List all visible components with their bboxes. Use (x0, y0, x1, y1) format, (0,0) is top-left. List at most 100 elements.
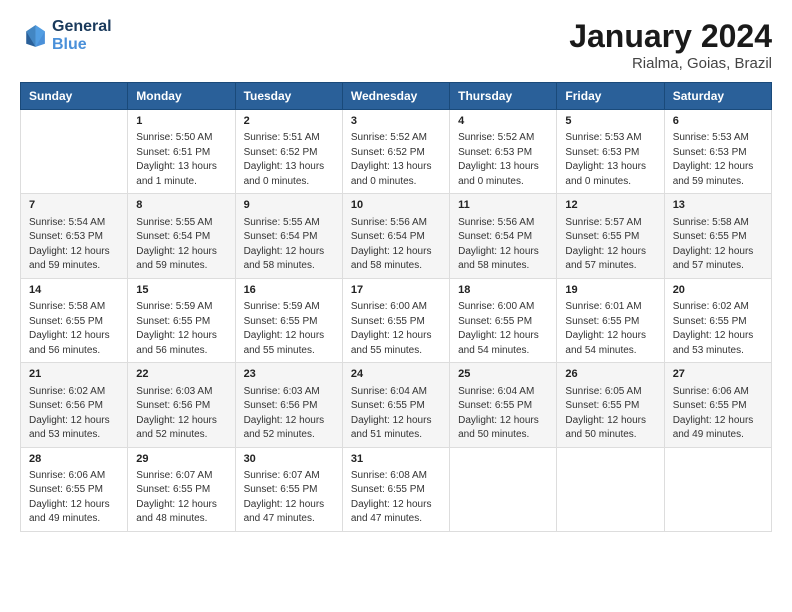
cell-content: Sunrise: 6:06 AMSunset: 6:55 PMDaylight:… (673, 385, 763, 443)
cell-content: Sunrise: 6:03 AMSunset: 6:56 PMDaylight:… (244, 385, 334, 443)
day-number: 17 (351, 283, 441, 298)
cell-content: Sunrise: 6:02 AMSunset: 6:55 PMDaylight:… (673, 300, 763, 358)
calendar-cell: 24Sunrise: 6:04 AMSunset: 6:55 PMDayligh… (342, 363, 449, 447)
cell-content: Sunrise: 6:03 AMSunset: 6:56 PMDaylight:… (136, 385, 226, 443)
cell-content: Sunrise: 5:59 AMSunset: 6:55 PMDaylight:… (244, 300, 334, 358)
title-section: January 2024 Rialma, Goias, Brazil (569, 18, 772, 72)
calendar-cell: 22 Sunrise: 6:03 AMSunset: 6:56 PMDayligh… (128, 363, 235, 447)
calendar-cell (21, 110, 128, 194)
calendar-cell: 21 Sunrise: 6:02 AMSunset: 6:56 PMDayligh… (21, 363, 128, 447)
day-number: 28 (29, 452, 119, 467)
cell-content: Sunrise: 5:50 AMSunset: 6:51 PMDaylight:… (136, 131, 226, 189)
day-number: 27 (673, 367, 763, 382)
day-number: 13 (673, 198, 763, 213)
day-number: 4 (458, 114, 548, 129)
header-row: SundayMondayTuesdayWednesdayThursdayFrid… (21, 83, 772, 110)
day-number: 6 (673, 114, 763, 129)
cell-content: Sunrise: 6:08 AMSunset: 6:55 PMDaylight:… (351, 469, 441, 527)
calendar-cell (450, 447, 557, 531)
day-number: 22 (136, 367, 226, 382)
cell-content: Sunrise: 6:07 AMSunset: 6:55 PMDaylight:… (244, 469, 334, 527)
calendar-cell: 8Sunrise: 5:55 AMSunset: 6:54 PMDaylight… (128, 194, 235, 278)
cell-content: Sunrise: 5:56 AMSunset: 6:54 PMDaylight:… (458, 216, 548, 274)
calendar-cell: 28 Sunrise: 6:06 AMSunset: 6:55 PMDayligh… (21, 447, 128, 531)
col-header-thursday: Thursday (450, 83, 557, 110)
cell-content: Sunrise: 5:59 AMSunset: 6:55 PMDaylight:… (136, 300, 226, 358)
header: General Blue January 2024 Rialma, Goias,… (20, 18, 772, 72)
calendar-cell (557, 447, 664, 531)
calendar-cell: 19 Sunrise: 6:01 AMSunset: 6:55 PMDayligh… (557, 278, 664, 362)
logo: General Blue (20, 18, 112, 53)
calendar-cell: 31Sunrise: 6:08 AMSunset: 6:55 PMDayligh… (342, 447, 449, 531)
calendar-table: SundayMondayTuesdayWednesdayThursdayFrid… (20, 82, 772, 532)
calendar-cell: 13 Sunrise: 5:58 AMSunset: 6:55 PMDayligh… (664, 194, 771, 278)
cell-content: Sunrise: 6:01 AMSunset: 6:55 PMDaylight:… (565, 300, 655, 358)
calendar-cell: 20 Sunrise: 6:02 AMSunset: 6:55 PMDayligh… (664, 278, 771, 362)
week-row-0: 1 Sunrise: 5:50 AMSunset: 6:51 PMDaylight… (21, 110, 772, 194)
calendar-cell: 12 Sunrise: 5:57 AMSunset: 6:55 PMDayligh… (557, 194, 664, 278)
calendar-cell: 14Sunrise: 5:58 AMSunset: 6:55 PMDayligh… (21, 278, 128, 362)
day-number: 16 (244, 283, 334, 298)
calendar-cell: 15Sunrise: 5:59 AMSunset: 6:55 PMDayligh… (128, 278, 235, 362)
cell-content: Sunrise: 5:57 AMSunset: 6:55 PMDaylight:… (565, 216, 655, 274)
day-number: 20 (673, 283, 763, 298)
week-row-2: 14Sunrise: 5:58 AMSunset: 6:55 PMDayligh… (21, 278, 772, 362)
page: General Blue January 2024 Rialma, Goias,… (0, 0, 792, 542)
cell-content: Sunrise: 5:51 AMSunset: 6:52 PMDaylight:… (244, 131, 334, 189)
cell-content: Sunrise: 5:52 AMSunset: 6:52 PMDaylight:… (351, 131, 441, 189)
calendar-cell: 25Sunrise: 6:04 AMSunset: 6:55 PMDayligh… (450, 363, 557, 447)
cell-content: Sunrise: 5:53 AMSunset: 6:53 PMDaylight:… (673, 131, 763, 189)
calendar-cell: 30 Sunrise: 6:07 AMSunset: 6:55 PMDayligh… (235, 447, 342, 531)
logo-text: General Blue (52, 18, 112, 53)
day-number: 21 (29, 367, 119, 382)
cell-content: Sunrise: 5:55 AMSunset: 6:54 PMDaylight:… (136, 216, 226, 274)
cell-content: Sunrise: 6:00 AMSunset: 6:55 PMDaylight:… (458, 300, 548, 358)
subtitle: Rialma, Goias, Brazil (569, 55, 772, 72)
main-title: January 2024 (569, 18, 772, 55)
cell-content: Sunrise: 6:02 AMSunset: 6:56 PMDaylight:… (29, 385, 119, 443)
day-number: 9 (244, 198, 334, 213)
calendar-cell: 17Sunrise: 6:00 AMSunset: 6:55 PMDayligh… (342, 278, 449, 362)
day-number: 12 (565, 198, 655, 213)
cell-content: Sunrise: 5:54 AMSunset: 6:53 PMDaylight:… (29, 216, 119, 274)
day-number: 2 (244, 114, 334, 129)
day-number: 7 (29, 198, 119, 213)
cell-content: Sunrise: 6:06 AMSunset: 6:55 PMDaylight:… (29, 469, 119, 527)
cell-content: Sunrise: 5:58 AMSunset: 6:55 PMDaylight:… (673, 216, 763, 274)
day-number: 26 (565, 367, 655, 382)
day-number: 11 (458, 198, 548, 213)
calendar-cell: 9 Sunrise: 5:55 AMSunset: 6:54 PMDaylight… (235, 194, 342, 278)
day-number: 1 (136, 114, 226, 129)
col-header-wednesday: Wednesday (342, 83, 449, 110)
calendar-cell (664, 447, 771, 531)
col-header-saturday: Saturday (664, 83, 771, 110)
calendar-cell: 29 Sunrise: 6:07 AMSunset: 6:55 PMDayligh… (128, 447, 235, 531)
calendar-cell: 16 Sunrise: 5:59 AMSunset: 6:55 PMDayligh… (235, 278, 342, 362)
cell-content: Sunrise: 5:56 AMSunset: 6:54 PMDaylight:… (351, 216, 441, 274)
day-number: 5 (565, 114, 655, 129)
cell-content: Sunrise: 6:04 AMSunset: 6:55 PMDaylight:… (458, 385, 548, 443)
col-header-sunday: Sunday (21, 83, 128, 110)
calendar-cell: 4 Sunrise: 5:52 AMSunset: 6:53 PMDaylight… (450, 110, 557, 194)
calendar-cell: 6 Sunrise: 5:53 AMSunset: 6:53 PMDaylight… (664, 110, 771, 194)
calendar-cell: 26Sunrise: 6:05 AMSunset: 6:55 PMDayligh… (557, 363, 664, 447)
day-number: 14 (29, 283, 119, 298)
day-number: 29 (136, 452, 226, 467)
calendar-cell: 18 Sunrise: 6:00 AMSunset: 6:55 PMDayligh… (450, 278, 557, 362)
week-row-4: 28 Sunrise: 6:06 AMSunset: 6:55 PMDayligh… (21, 447, 772, 531)
day-number: 18 (458, 283, 548, 298)
calendar-cell: 10Sunrise: 5:56 AMSunset: 6:54 PMDayligh… (342, 194, 449, 278)
cell-content: Sunrise: 5:55 AMSunset: 6:54 PMDaylight:… (244, 216, 334, 274)
cell-content: Sunrise: 5:53 AMSunset: 6:53 PMDaylight:… (565, 131, 655, 189)
cell-content: Sunrise: 6:04 AMSunset: 6:55 PMDaylight:… (351, 385, 441, 443)
calendar-cell: 1 Sunrise: 5:50 AMSunset: 6:51 PMDaylight… (128, 110, 235, 194)
week-row-3: 21 Sunrise: 6:02 AMSunset: 6:56 PMDayligh… (21, 363, 772, 447)
day-number: 3 (351, 114, 441, 129)
day-number: 30 (244, 452, 334, 467)
cell-content: Sunrise: 6:07 AMSunset: 6:55 PMDaylight:… (136, 469, 226, 527)
cell-content: Sunrise: 5:52 AMSunset: 6:53 PMDaylight:… (458, 131, 548, 189)
calendar-cell: 7 Sunrise: 5:54 AMSunset: 6:53 PMDaylight… (21, 194, 128, 278)
col-header-tuesday: Tuesday (235, 83, 342, 110)
logo-icon (20, 22, 48, 50)
day-number: 19 (565, 283, 655, 298)
